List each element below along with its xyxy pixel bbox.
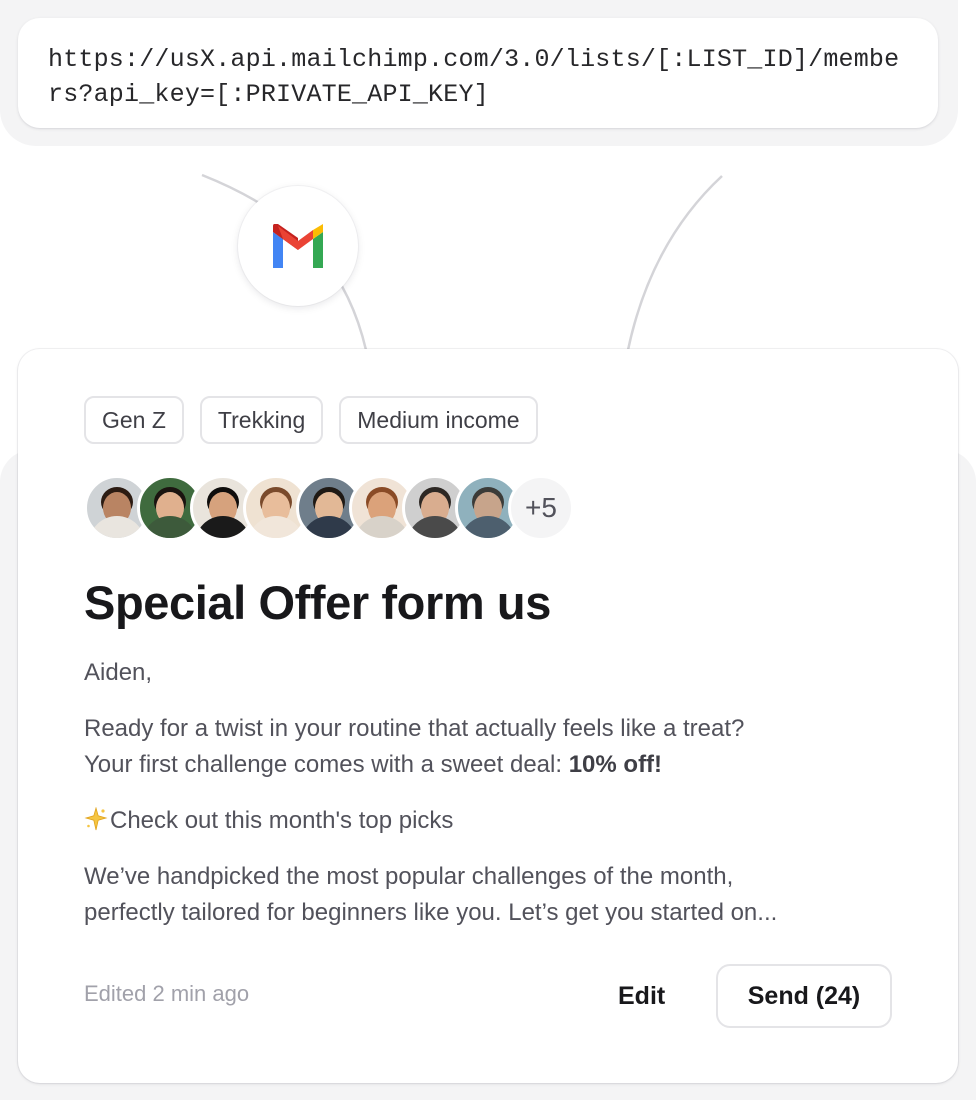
page: https://usX.api.mailchimp.com/3.0/lists/… [0, 0, 976, 1100]
recipient-avatars: +5 [84, 475, 574, 541]
email-highlight: Check out this month's top picks [84, 803, 914, 839]
email-intro-line2: Your first challenge comes with a sweet … [84, 751, 569, 778]
avatar-shoulders [89, 516, 145, 538]
edited-status: Edited 2 min ago [84, 981, 250, 1006]
email-body-preview: Aiden, Ready for a twist in your routine… [84, 655, 914, 951]
audience-tag[interactable]: Gen Z [84, 396, 184, 444]
avatar-shoulders [248, 516, 304, 538]
audience-tags: Gen Z Trekking Medium income [84, 396, 538, 444]
avatar-shoulders [460, 516, 516, 538]
email-description-line2: perfectly tailored for beginners like yo… [84, 899, 778, 926]
gmail-badge [238, 186, 358, 306]
api-url-text: https://usX.api.mailchimp.com/3.0/lists/… [48, 45, 900, 109]
audience-tag[interactable]: Medium income [339, 396, 538, 444]
edit-button[interactable]: Edit [598, 964, 685, 1028]
sparkle-icon [84, 807, 108, 831]
avatar-shoulders [354, 516, 410, 538]
more-recipients-badge[interactable]: +5 [508, 475, 574, 541]
email-description: We’ve handpicked the most popular challe… [84, 859, 914, 931]
email-intro: Ready for a twist in your routine that a… [84, 711, 914, 783]
avatar-shoulders [407, 516, 463, 538]
avatar-shoulders [195, 516, 251, 538]
gmail-logo-icon [273, 224, 323, 268]
discount-highlight: 10% off! [568, 751, 663, 778]
email-description-line1: We’ve handpicked the most popular challe… [84, 863, 734, 890]
connector-line-right [626, 175, 723, 351]
audience-tag[interactable]: Trekking [199, 396, 324, 444]
email-intro-line1: Ready for a twist in your routine that a… [84, 715, 745, 742]
avatar-shoulders [301, 516, 357, 538]
email-highlight-text: Check out this month's top picks [110, 807, 454, 834]
send-button[interactable]: Send (24) [716, 964, 892, 1028]
email-campaign-card: Gen Z Trekking Medium income +5 Special … [18, 349, 958, 1083]
email-greeting: Aiden, [84, 659, 153, 686]
api-url-card: https://usX.api.mailchimp.com/3.0/lists/… [18, 18, 938, 128]
email-subject-title: Special Offer form us [84, 576, 551, 629]
avatar-shoulders [142, 516, 198, 538]
